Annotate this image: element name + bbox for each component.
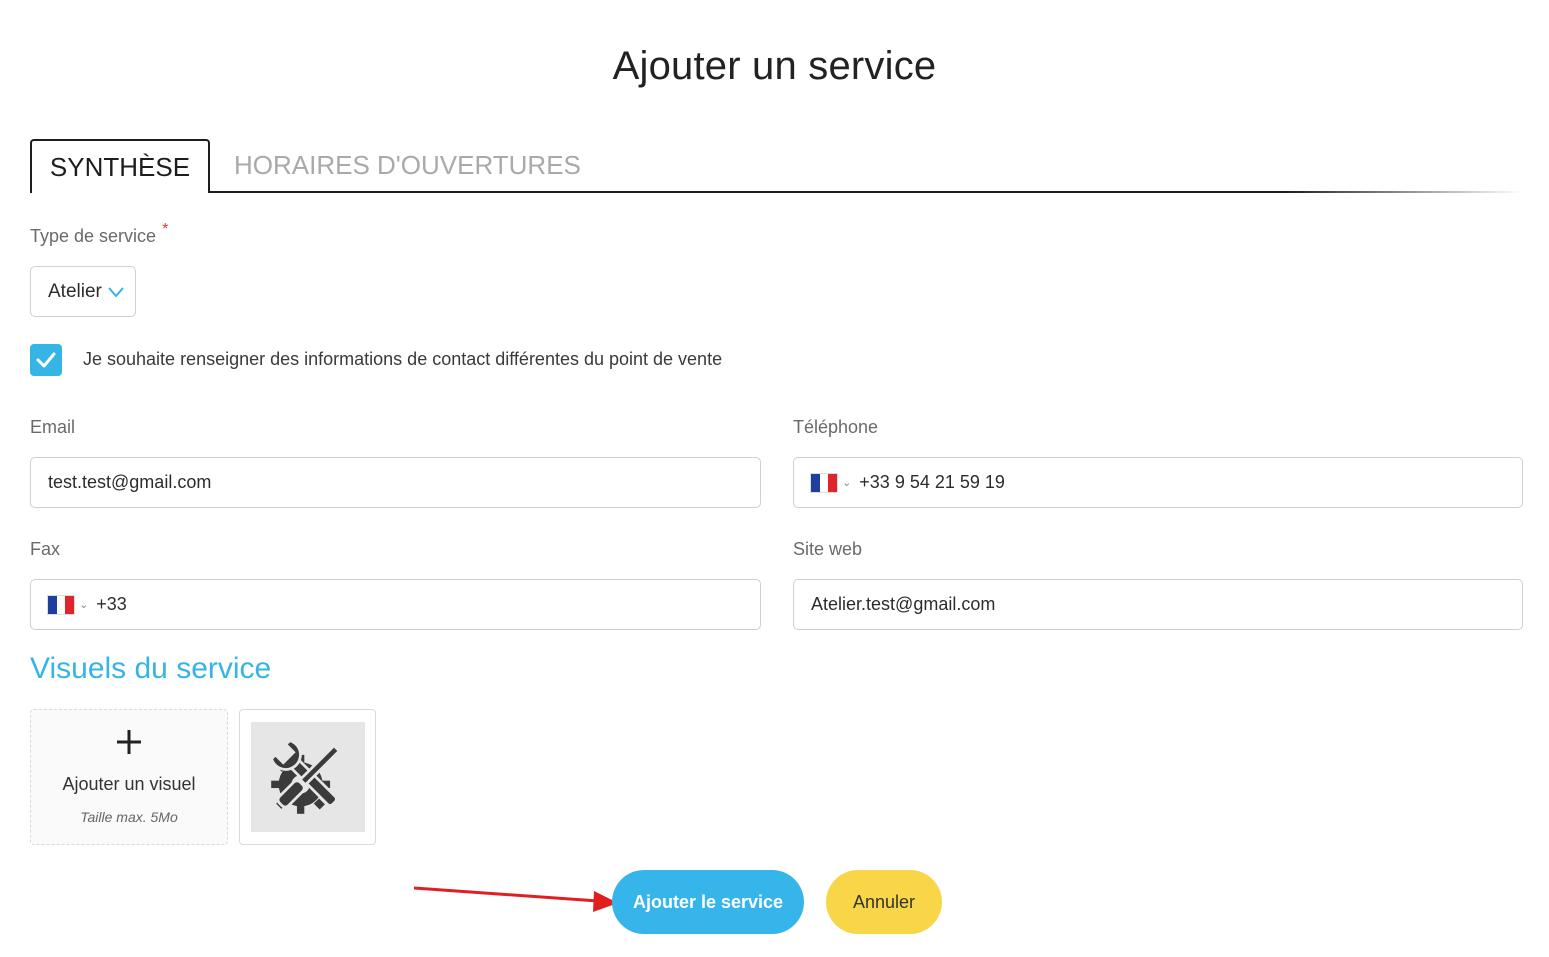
website-label: Site web	[793, 539, 863, 559]
visual-thumbnail-image	[251, 722, 365, 832]
phone-input[interactable]	[859, 458, 1522, 507]
visual-thumbnail[interactable]	[239, 709, 376, 845]
website-field[interactable]	[793, 579, 1523, 630]
cancel-button[interactable]: Annuler	[826, 870, 942, 934]
fax-input[interactable]	[96, 580, 760, 629]
email-field[interactable]	[30, 457, 761, 508]
chevron-down-icon	[108, 286, 124, 298]
tools-icon	[270, 739, 340, 814]
add-visual-button[interactable]: Ajouter un visuel Taille max. 5Mo	[30, 709, 228, 845]
annotation-arrow	[412, 880, 622, 925]
tab-synthese[interactable]: SYNTHÈSE	[30, 139, 210, 193]
chevron-down-icon[interactable]: ⌄	[842, 476, 851, 489]
website-input[interactable]	[811, 580, 1522, 629]
contact-checkbox[interactable]	[30, 344, 62, 376]
add-visual-label: Ajouter un visuel	[62, 774, 196, 794]
phone-label: Téléphone	[793, 417, 879, 437]
email-input[interactable]	[48, 458, 760, 507]
service-type-select[interactable]: Atelier	[30, 266, 136, 317]
tab-underline	[208, 191, 1522, 193]
page-title: Ajouter un service	[612, 44, 937, 88]
tab-bar: SYNTHÈSE HORAIRES D'OUVERTURES	[30, 139, 1522, 193]
required-mark: *	[162, 221, 169, 238]
check-icon	[36, 352, 56, 368]
chevron-down-icon[interactable]: ⌄	[79, 598, 88, 611]
service-type-value: Atelier	[48, 280, 102, 302]
fax-label: Fax	[30, 539, 61, 559]
email-label: Email	[30, 417, 76, 437]
contact-checkbox-label: Je souhaite renseigner des informations …	[83, 349, 723, 369]
plus-icon	[31, 728, 227, 756]
france-flag-icon[interactable]	[810, 472, 839, 493]
tab-horaires[interactable]: HORAIRES D'OUVERTURES	[234, 139, 581, 191]
france-flag-icon[interactable]	[47, 594, 76, 615]
service-type-label-text: Type de service	[30, 226, 157, 246]
fax-field[interactable]: ⌄	[30, 579, 761, 630]
visuals-section-title: Visuels du service	[30, 652, 272, 685]
max-size-hint: Taille max. 5Mo	[80, 809, 178, 825]
service-type-label: Type de service *	[30, 221, 168, 247]
add-service-button[interactable]: Ajouter le service	[612, 870, 804, 934]
phone-field[interactable]: ⌄	[793, 457, 1523, 508]
